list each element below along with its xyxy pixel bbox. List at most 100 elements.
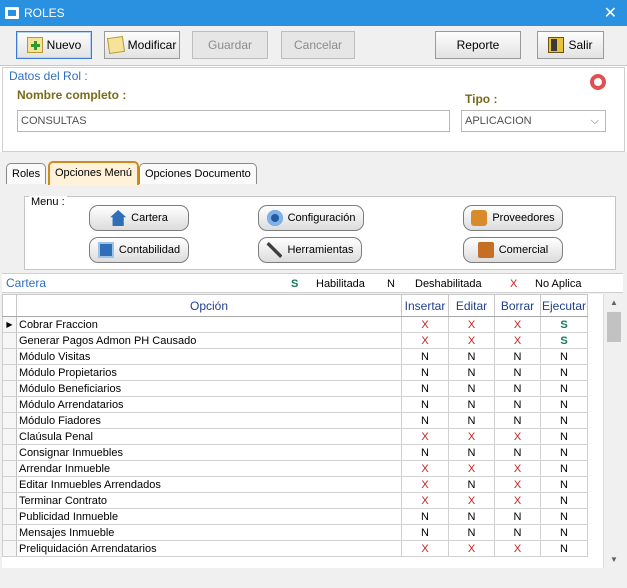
cell-borrar[interactable]: X xyxy=(494,460,541,477)
table-row[interactable]: Preliquidación Arrendatarios X X X N xyxy=(2,540,589,557)
cell-insertar[interactable]: N xyxy=(401,348,449,365)
cell-insertar[interactable]: N xyxy=(401,508,449,525)
cell-opcion[interactable]: Arrendar Inmueble xyxy=(16,460,402,477)
cell-borrar[interactable]: N xyxy=(494,444,541,461)
cell-editar[interactable]: N xyxy=(448,348,495,365)
row-selector[interactable] xyxy=(2,364,17,381)
cell-insertar[interactable]: X xyxy=(401,428,449,445)
cell-editar[interactable]: N xyxy=(448,524,495,541)
cell-ejecutar[interactable]: N xyxy=(539,396,589,413)
col-header-editar[interactable]: Editar xyxy=(448,294,495,317)
row-selector[interactable] xyxy=(2,412,17,429)
row-selector[interactable] xyxy=(2,540,17,557)
nombre-field[interactable]: CONSULTAS xyxy=(17,110,450,132)
table-row[interactable]: Módulo Propietarios N N N N xyxy=(2,364,589,381)
tab-opciones-documento[interactable]: Opciones Documento xyxy=(139,163,257,184)
row-selector[interactable] xyxy=(2,428,17,445)
cell-ejecutar[interactable]: N xyxy=(539,428,589,445)
cell-borrar[interactable]: N xyxy=(494,508,541,525)
help-icon[interactable] xyxy=(590,74,606,90)
modificar-button[interactable]: Modificar xyxy=(104,31,180,59)
tipo-select[interactable]: APLICACION ⌵ xyxy=(461,110,606,132)
row-selector[interactable]: ▶ xyxy=(2,316,17,333)
cell-ejecutar[interactable]: N xyxy=(539,380,589,397)
cell-opcion[interactable]: Consignar Inmuebles xyxy=(16,444,402,461)
cell-borrar[interactable]: X xyxy=(494,428,541,445)
tab-opciones-menu[interactable]: Opciones Menú xyxy=(48,161,140,185)
cell-editar[interactable]: X xyxy=(448,540,495,557)
scroll-up-icon[interactable]: ▲ xyxy=(610,298,618,307)
col-header-opcion[interactable]: Opción xyxy=(16,294,402,317)
cell-ejecutar[interactable]: N xyxy=(539,348,589,365)
table-row[interactable]: Módulo Beneficiarios N N N N xyxy=(2,380,589,397)
cell-opcion[interactable]: Terminar Contrato xyxy=(16,492,402,509)
cell-borrar[interactable]: X xyxy=(494,316,541,333)
row-selector[interactable] xyxy=(2,444,17,461)
reporte-button[interactable]: Reporte xyxy=(435,31,521,59)
tab-roles[interactable]: Roles xyxy=(6,163,47,184)
cell-insertar[interactable]: X xyxy=(401,492,449,509)
cell-borrar[interactable]: N xyxy=(494,380,541,397)
cell-editar[interactable]: X xyxy=(448,460,495,477)
cell-borrar[interactable]: X xyxy=(494,332,541,349)
table-row[interactable]: Módulo Arrendatarios N N N N xyxy=(2,396,589,413)
cell-ejecutar[interactable]: N xyxy=(539,460,589,477)
cell-borrar[interactable]: X xyxy=(494,476,541,493)
cell-opcion[interactable]: Módulo Visitas xyxy=(16,348,402,365)
table-row[interactable]: Editar Inmuebles Arrendados X N X N xyxy=(2,476,589,493)
cell-ejecutar[interactable]: N xyxy=(539,508,589,525)
cell-editar[interactable]: N xyxy=(448,396,495,413)
menu-comercial-button[interactable]: Comercial xyxy=(463,237,563,263)
menu-cartera-button[interactable]: Cartera xyxy=(89,205,189,231)
cell-insertar[interactable]: X xyxy=(401,316,449,333)
cell-editar[interactable]: N xyxy=(448,476,495,493)
col-header-ejecutar[interactable]: Ejecutar xyxy=(539,294,589,317)
col-header-borrar[interactable]: Borrar xyxy=(494,294,541,317)
row-selector[interactable] xyxy=(2,332,17,349)
scroll-thumb[interactable] xyxy=(607,312,621,342)
cell-ejecutar[interactable]: N xyxy=(539,476,589,493)
cell-insertar[interactable]: N xyxy=(401,524,449,541)
cell-ejecutar[interactable]: N xyxy=(539,524,589,541)
cancelar-button[interactable]: Cancelar xyxy=(281,31,355,59)
cell-editar[interactable]: N xyxy=(448,380,495,397)
salir-button[interactable]: Salir xyxy=(537,31,604,59)
row-selector[interactable] xyxy=(2,348,17,365)
cell-editar[interactable]: X xyxy=(448,492,495,509)
cell-ejecutar[interactable]: N xyxy=(539,540,589,557)
menu-herramientas-button[interactable]: Herramientas xyxy=(258,237,362,263)
cell-insertar[interactable]: N xyxy=(401,444,449,461)
cell-opcion[interactable]: Mensajes Inmueble xyxy=(16,524,402,541)
cell-opcion[interactable]: Módulo Beneficiarios xyxy=(16,380,402,397)
cell-editar[interactable]: N xyxy=(448,444,495,461)
cell-borrar[interactable]: N xyxy=(494,524,541,541)
grid-scrollbar[interactable]: ▲ ▼ xyxy=(603,294,623,568)
cell-borrar[interactable]: N xyxy=(494,364,541,381)
cell-borrar[interactable]: X xyxy=(494,492,541,509)
table-row[interactable]: Terminar Contrato X X X N xyxy=(2,492,589,509)
row-selector[interactable] xyxy=(2,460,17,477)
cell-opcion[interactable]: Publicidad Inmueble xyxy=(16,508,402,525)
cell-ejecutar[interactable]: N xyxy=(539,364,589,381)
row-selector[interactable] xyxy=(2,380,17,397)
table-row[interactable]: Publicidad Inmueble N N N N xyxy=(2,508,589,525)
guardar-button[interactable]: Guardar xyxy=(192,31,268,59)
row-selector[interactable] xyxy=(2,476,17,493)
cell-editar[interactable]: X xyxy=(448,316,495,333)
cell-opcion[interactable]: Preliquidación Arrendatarios xyxy=(16,540,402,557)
cell-editar[interactable]: X xyxy=(448,428,495,445)
cell-insertar[interactable]: X xyxy=(401,540,449,557)
menu-configuracion-button[interactable]: Configuración xyxy=(258,205,364,231)
cell-opcion[interactable]: Módulo Propietarios xyxy=(16,364,402,381)
table-row[interactable]: Arrendar Inmueble X X X N xyxy=(2,460,589,477)
row-selector[interactable] xyxy=(2,492,17,509)
cell-borrar[interactable]: N xyxy=(494,412,541,429)
cell-opcion[interactable]: Claúsula Penal xyxy=(16,428,402,445)
menu-proveedores-button[interactable]: Proveedores xyxy=(463,205,563,231)
cell-opcion[interactable]: Editar Inmuebles Arrendados xyxy=(16,476,402,493)
cell-borrar[interactable]: N xyxy=(494,348,541,365)
cell-insertar[interactable]: N xyxy=(401,396,449,413)
row-selector[interactable] xyxy=(2,524,17,541)
cell-insertar[interactable]: N xyxy=(401,364,449,381)
cell-borrar[interactable]: N xyxy=(494,396,541,413)
